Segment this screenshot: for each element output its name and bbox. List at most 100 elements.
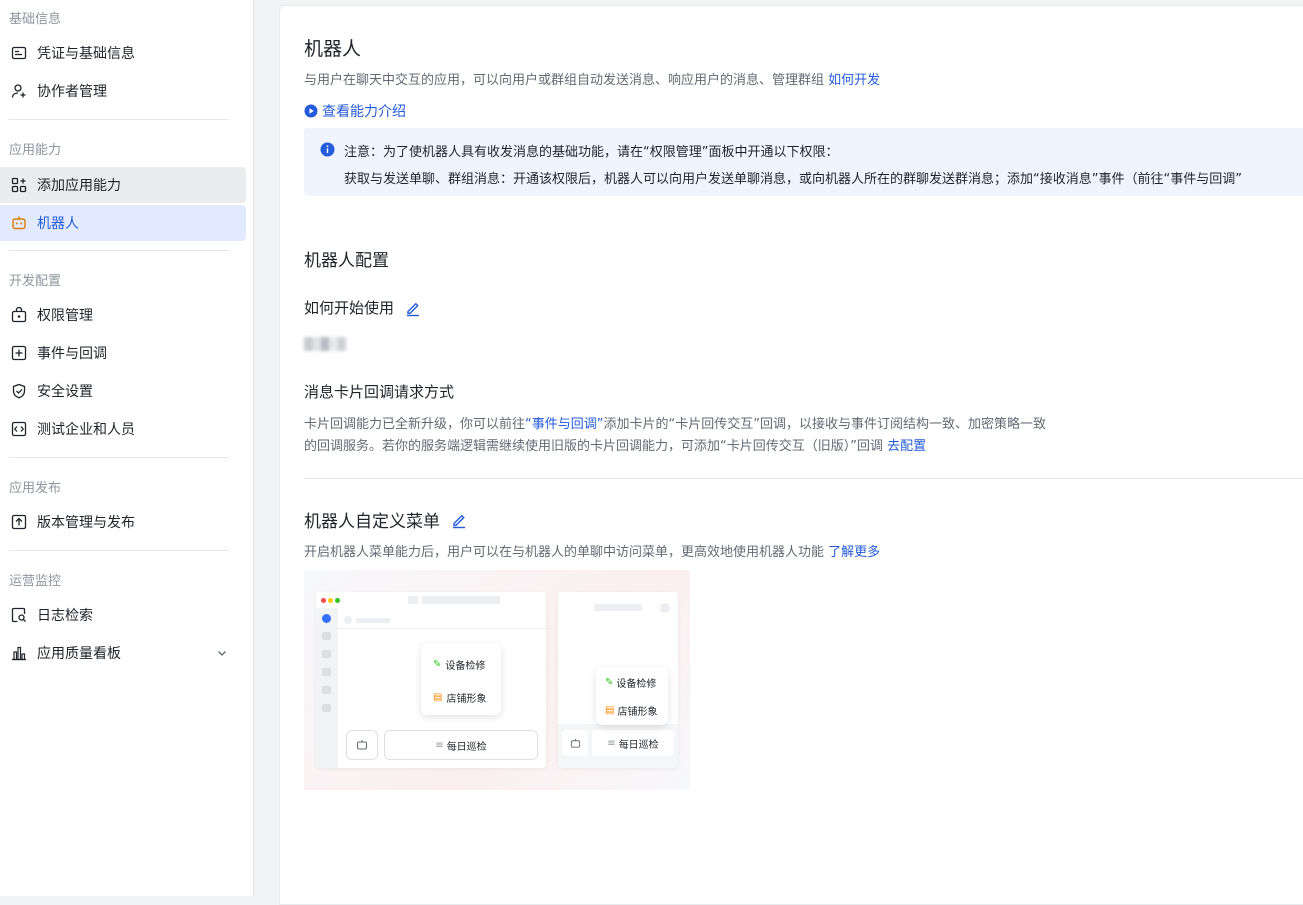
lock-bag-icon [10, 306, 28, 324]
main-panel: 机器人 与用户在聊天中交互的应用，可以向用户或群组自动发送消息、响应用户的消息、… [279, 5, 1303, 905]
description-text: 与用户在聊天中交互的应用，可以向用户或群组自动发送消息、响应用户的消息、管理群组 [304, 73, 825, 88]
sidebar-item-label: 协作者管理 [37, 84, 107, 100]
edit-icon[interactable] [404, 299, 422, 317]
log-search-icon [10, 606, 28, 624]
notice-line1: 注意：为了使机器人具有收发消息的基础功能，请在“权限管理”面板中开通以下权限： [344, 145, 839, 160]
go-configure-link[interactable]: 去配置 [887, 439, 926, 454]
mock-button-label: 每日巡检 [446, 741, 487, 753]
mock-bar [322, 632, 331, 640]
page-description: 与用户在聊天中交互的应用，可以向用户或群组自动发送消息、响应用户的消息、管理群组… [304, 69, 880, 88]
menu-item-label: 设备检修 [445, 661, 486, 672]
play-circle-icon [304, 104, 318, 118]
section-title-dev: 开发配置 [9, 274, 62, 289]
divider [9, 550, 229, 551]
card-callback-heading: 消息卡片回调请求方式 [304, 381, 454, 402]
menu-item: ✎ 设备检修 [433, 657, 485, 672]
store-icon: ▤ [433, 692, 443, 703]
card-callback-title: 消息卡片回调请求方式 [304, 383, 455, 401]
sidebar: 基础信息 凭证与基础信息 协作者管理 应用能力 添加应用能力 机器人 开发配置 … [0, 0, 254, 896]
window-dot [335, 598, 340, 603]
window-dot [321, 598, 326, 603]
callback-text-1: 卡片回调能力已全新升级，你可以前往 [304, 417, 526, 432]
mock-bar [322, 668, 331, 676]
sidebar-item-quality-board[interactable]: 应用质量看板 [0, 635, 246, 671]
callback-text-3: 的回调服务。若你的服务端逻辑需继续使用旧版的卡片回调能力，可添加“卡片回传交互（… [304, 439, 883, 454]
how-to-start-heading: 如何开始使用 [304, 297, 422, 318]
add-app-icon [10, 176, 28, 194]
menu-item-label: 店铺形象 [446, 694, 487, 705]
section-title-publish: 应用发布 [9, 481, 62, 496]
section-title-basic: 基础信息 [9, 12, 62, 27]
mock-button-label: 每日巡检 [618, 739, 659, 751]
chevron-down-icon[interactable] [216, 647, 228, 663]
mock-daily-check-button: ≡ 每日巡检 [384, 730, 538, 760]
section-title-capability: 应用能力 [9, 143, 62, 158]
menu-lines-icon: ≡ [607, 737, 616, 749]
desktop-menu-popup: ✎ 设备检修 ▤ 店铺形象 [421, 643, 501, 715]
mock-bar [356, 618, 390, 623]
events-callbacks-link[interactable]: “事件与回调” [525, 417, 603, 432]
sidebar-item-security[interactable]: 安全设置 [0, 373, 246, 409]
mock-bar [344, 616, 352, 624]
mock-bar [594, 604, 642, 611]
shield-icon [10, 382, 28, 400]
card-callback-line1: 卡片回调能力已全新升级，你可以前往“事件与回调”添加卡片的“卡片回传交互”回调，… [304, 413, 1046, 432]
sidebar-item-label: 测试企业和人员 [37, 422, 135, 438]
store-icon: ▤ [605, 705, 615, 716]
event-icon [10, 344, 28, 362]
sidebar-item-label: 日志检索 [37, 608, 93, 624]
custom-menu-heading: 机器人自定义菜单 [304, 507, 468, 532]
section-title-monitor: 运营监控 [9, 574, 62, 589]
menu-item-label: 设备检修 [616, 679, 657, 690]
divider [9, 457, 229, 458]
mock-bar [660, 603, 670, 613]
sidebar-item-label: 凭证与基础信息 [37, 46, 135, 62]
sidebar-item-robot[interactable]: 机器人 [0, 205, 246, 241]
divider [9, 250, 229, 251]
edit-icon[interactable] [450, 511, 468, 529]
view-intro-label: 查看能力介绍 [322, 104, 406, 120]
menu-illustration: ≡ 每日巡检 ✎ 设备检修 ▤ 店铺形象 ≡ 每日巡检 ✎ 设备检修 ▤ 店铺形象 [304, 570, 690, 790]
custom-menu-title: 机器人自定义菜单 [304, 512, 440, 532]
sidebar-item-label: 添加应用能力 [37, 178, 121, 194]
section-divider [304, 478, 1303, 479]
view-intro-link[interactable]: 查看能力介绍 [304, 101, 406, 121]
how-to-develop-link[interactable]: 如何开发 [828, 73, 880, 88]
sidebar-item-label: 安全设置 [37, 384, 93, 400]
user-add-icon [10, 82, 28, 100]
sidebar-item-label: 版本管理与发布 [37, 515, 135, 531]
menu-item: ▤ 店铺形象 [433, 690, 486, 705]
redacted-content [304, 337, 346, 351]
sidebar-item-add-capability[interactable]: 添加应用能力 [0, 167, 246, 203]
mock-bar [422, 596, 500, 604]
mock-bar [322, 704, 331, 712]
mock-daily-check-button: ≡ 每日巡检 [592, 730, 674, 756]
how-to-start-text: 如何开始使用 [304, 299, 395, 317]
sidebar-item-permissions[interactable]: 权限管理 [0, 297, 246, 333]
sidebar-item-versions[interactable]: 版本管理与发布 [0, 504, 246, 540]
mock-app-icon [322, 614, 331, 623]
menu-lines-icon: ≡ [435, 739, 444, 751]
sidebar-item-events[interactable]: 事件与回调 [0, 335, 246, 371]
sidebar-item-collaborators[interactable]: 协作者管理 [0, 73, 246, 109]
mobile-menu-popup: ✎ 设备检修 ▤ 店铺形象 [596, 667, 668, 725]
sidebar-item-log-search[interactable]: 日志检索 [0, 597, 246, 633]
code-icon [10, 420, 28, 438]
config-title: 机器人配置 [304, 246, 389, 271]
learn-more-link[interactable]: 了解更多 [828, 545, 880, 560]
notice-line2: 获取与发送单聊、群组消息：开通该权限后，机器人可以向用户发送单聊消息，或向机器人… [344, 172, 1242, 187]
custom-menu-description: 开启机器人菜单能力后，用户可以在与机器人的单聊中访问菜单，更高效地使用机器人功能… [304, 541, 880, 560]
sidebar-item-test-users[interactable]: 测试企业和人员 [0, 411, 246, 447]
sidebar-item-credentials[interactable]: 凭证与基础信息 [0, 35, 246, 71]
sidebar-item-label: 权限管理 [37, 308, 93, 324]
menu-item: ✎ 设备检修 [605, 675, 656, 690]
sidebar-item-label: 机器人 [37, 216, 79, 232]
robot-icon [10, 214, 28, 232]
callback-text-2: 添加卡片的“卡片回传交互”回调，以接收与事件订阅结构一致、加密策略一致 [603, 417, 1046, 432]
mock-line [338, 628, 546, 629]
wrench-icon: ✎ [605, 677, 614, 688]
notice-banner: 注意：为了使机器人具有收发消息的基础功能，请在“权限管理”面板中开通以下权限： … [304, 128, 1303, 196]
menu-desc-text: 开启机器人菜单能力后，用户可以在与机器人的单聊中访问菜单，更高效地使用机器人功能 [304, 545, 825, 560]
wrench-icon: ✎ [433, 659, 442, 670]
robot-icon [357, 740, 367, 750]
